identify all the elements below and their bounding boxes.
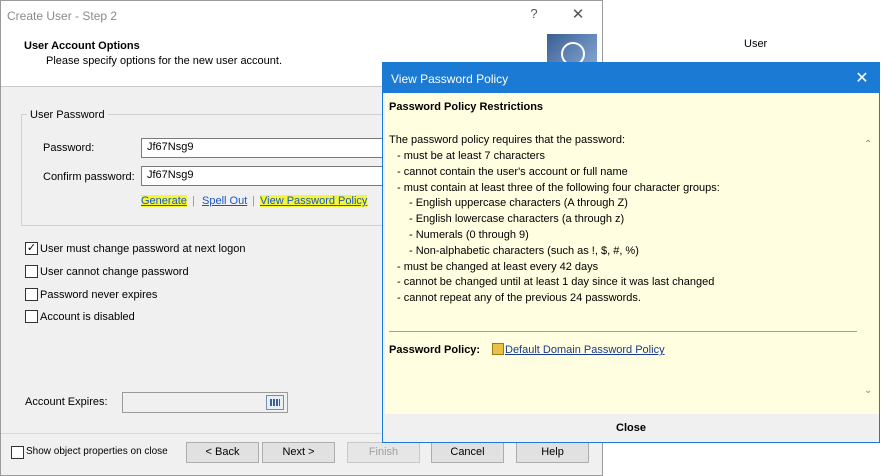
account-expires-label: Account Expires: bbox=[25, 396, 108, 408]
account-disabled-checkbox[interactable] bbox=[25, 310, 38, 323]
account-expires-field[interactable] bbox=[122, 392, 288, 413]
policy-divider bbox=[389, 331, 857, 332]
policy-scroll-icon bbox=[492, 343, 504, 355]
must-change-password-label[interactable]: User must change password at next logon bbox=[40, 243, 245, 255]
finish-button[interactable]: Finish bbox=[347, 442, 420, 463]
policy-rule: - cannot contain the user's account or f… bbox=[397, 165, 628, 178]
default-domain-policy-link[interactable]: Default Domain Password Policy bbox=[505, 344, 665, 356]
show-properties-label[interactable]: Show object properties on close bbox=[26, 446, 168, 457]
policy-label: Password Policy: bbox=[389, 344, 481, 356]
account-disabled-label[interactable]: Account is disabled bbox=[40, 311, 135, 323]
policy-rule: - Non-alphabetic characters (such as !, … bbox=[409, 244, 639, 257]
policy-intro: The password policy requires that the pa… bbox=[389, 134, 626, 146]
policy-rule: - must be changed at least every 42 days bbox=[397, 260, 599, 273]
scroll-up-icon[interactable]: ⌃ bbox=[864, 139, 872, 150]
popup-titlebar: View Password Policy ✕ bbox=[383, 63, 879, 93]
policy-heading: Password Policy Restrictions bbox=[389, 101, 544, 113]
group-title: User Password bbox=[27, 109, 108, 121]
link-separator: | bbox=[252, 195, 255, 207]
policy-rule: - must be at least 7 characters bbox=[397, 150, 545, 162]
help-icon[interactable]: ? bbox=[526, 6, 542, 24]
close-icon[interactable]: ✕ bbox=[569, 5, 587, 25]
policy-rule: - cannot be changed until at least 1 day… bbox=[397, 276, 715, 289]
link-separator: | bbox=[192, 195, 195, 207]
cannot-change-password-checkbox[interactable] bbox=[25, 265, 38, 278]
policy-rule: - English uppercase characters (A throug… bbox=[409, 197, 628, 210]
must-change-password-checkbox[interactable]: ✓ bbox=[25, 242, 38, 255]
confirm-password-field[interactable]: Jf67Nsg9 bbox=[141, 166, 384, 186]
view-password-policy-link[interactable]: View Password Policy bbox=[260, 195, 368, 207]
password-never-expires-checkbox[interactable] bbox=[25, 288, 38, 301]
calendar-icon[interactable] bbox=[266, 395, 284, 410]
confirm-password-label: Confirm password: bbox=[43, 171, 135, 183]
password-label: Password: bbox=[43, 142, 95, 154]
dialog-title: Create User - Step 2 bbox=[7, 9, 118, 23]
password-field[interactable]: Jf67Nsg9 bbox=[141, 138, 384, 158]
cannot-change-password-label[interactable]: User cannot change password bbox=[40, 266, 189, 278]
cancel-button[interactable]: Cancel bbox=[431, 442, 504, 463]
scroll-down-icon[interactable]: ⌄ bbox=[864, 385, 872, 396]
user-column-header[interactable]: User bbox=[744, 38, 767, 50]
password-never-expires-label[interactable]: Password never expires bbox=[40, 289, 157, 301]
popup-title: View Password Policy bbox=[391, 72, 509, 86]
back-button[interactable]: < Back bbox=[186, 442, 259, 463]
close-button[interactable]: Close bbox=[383, 414, 879, 442]
view-password-policy-window: View Password Policy ✕ Password Policy R… bbox=[382, 62, 880, 443]
help-button[interactable]: Help bbox=[516, 442, 589, 463]
generate-link[interactable]: Generate bbox=[141, 195, 187, 207]
header-subtitle: Please specify options for the new user … bbox=[46, 55, 283, 67]
policy-rule: - must contain at least three of the fol… bbox=[397, 181, 720, 194]
close-icon[interactable]: ✕ bbox=[853, 68, 871, 88]
header-title: User Account Options bbox=[24, 40, 140, 52]
policy-content: Password Policy Restrictions The passwor… bbox=[385, 93, 879, 414]
policy-rule: - English lowercase characters (a throug… bbox=[409, 213, 625, 226]
policy-rule: - Numerals (0 through 9) bbox=[409, 229, 529, 241]
next-button[interactable]: Next > bbox=[262, 442, 335, 463]
dialog-titlebar: Create User - Step 2 ? ✕ bbox=[1, 1, 602, 31]
spell-out-link[interactable]: Spell Out bbox=[202, 195, 247, 207]
show-properties-checkbox[interactable] bbox=[11, 446, 24, 459]
policy-rule: - cannot repeat any of the previous 24 p… bbox=[397, 292, 641, 305]
